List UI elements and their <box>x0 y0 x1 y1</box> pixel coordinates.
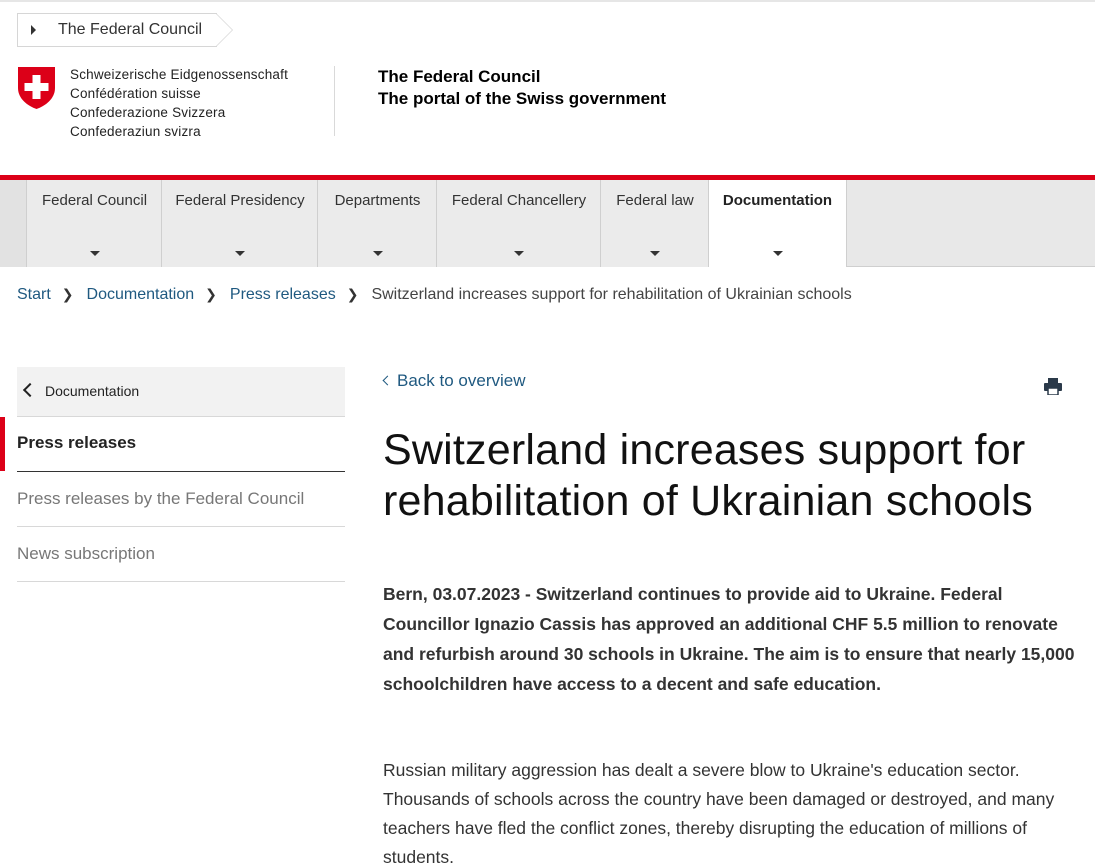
nav-item-federal-law[interactable]: Federal law <box>600 180 709 267</box>
sidebar-back-documentation[interactable]: Documentation <box>17 367 345 417</box>
breadcrumb-current: Switzerland increases support for rehabi… <box>371 286 852 303</box>
sidebar-item-news-subscription[interactable]: News subscription <box>17 527 345 582</box>
lead-paragraph: Bern, 03.07.2023 - Switzerland continues… <box>383 584 1075 694</box>
sidebar-item-label: Press releases <box>17 433 137 452</box>
chevron-down-icon <box>372 251 383 256</box>
breadcrumb: Start ❯ Documentation ❯ Press releases ❯ Switz… <box>17 286 852 304</box>
back-link-label: Back to overview <box>397 371 526 390</box>
chevron-down-icon <box>89 251 100 256</box>
chevron-down-icon <box>650 251 660 256</box>
cross-horizontal <box>24 83 49 91</box>
chevron-left-icon <box>382 375 393 386</box>
nav-item-label: Federal law <box>616 192 694 209</box>
printer-paper-out <box>1047 387 1059 395</box>
back-to-overview-link[interactable]: Back to overview <box>381 371 526 391</box>
federal-council-tab-arrow <box>216 14 232 46</box>
header-divider <box>334 66 335 136</box>
nav-item-documentation[interactable]: Documentation <box>708 180 847 267</box>
top-border <box>0 0 1095 2</box>
chevron-right-icon: ❯ <box>346 286 359 302</box>
sidebar-item-label: News subscription <box>17 544 155 563</box>
nav-item-federal-chancellery[interactable]: Federal Chancellery <box>436 180 601 267</box>
active-indicator <box>0 417 5 471</box>
portal-heading: The Federal Council The portal of the Sw… <box>378 66 666 110</box>
chevron-left-icon <box>22 382 38 398</box>
nav-item-label: Federal Council <box>41 192 148 209</box>
sidebar-item-label: Press releases by the Federal Council <box>17 489 305 508</box>
chevron-down-icon <box>514 251 524 256</box>
federal-council-tab-label: The Federal Council <box>58 21 203 38</box>
chevron-right-icon: ❯ <box>205 286 217 302</box>
breadcrumb-start[interactable]: Start <box>17 286 51 303</box>
nav-item-label: Federal Presidency <box>175 192 305 209</box>
chevron-right-icon: ❯ <box>61 286 74 302</box>
swiss-cross-logo[interactable] <box>17 66 56 110</box>
portal-title: The Federal Council <box>378 67 541 86</box>
nav-item-federal-presidency[interactable]: Federal Presidency <box>161 180 318 267</box>
sidebar-item-press-releases-federal-council[interactable]: Press releases by the Federal Council <box>17 472 345 527</box>
body-paragraph: Russian military aggression has dealt a … <box>383 760 1055 867</box>
page-title: Switzerland increases support for rehabi… <box>383 426 1033 525</box>
printer-icon[interactable] <box>1044 378 1062 395</box>
sidebar-item-press-releases[interactable]: Press releases <box>0 417 345 472</box>
nav-item-label: Federal Chancellery <box>451 192 587 209</box>
sidebar-back-label: Documentation <box>45 383 140 399</box>
breadcrumb-press-releases[interactable]: Press releases <box>230 286 336 303</box>
printer-paper-top <box>1048 378 1058 383</box>
chevron-down-icon <box>772 251 783 256</box>
nav-item-label: Departments <box>334 192 421 209</box>
name-german: Schweizerische Eidgenossenschaft <box>70 67 289 82</box>
nav-item-federal-council[interactable]: Federal Council <box>26 180 162 267</box>
chevron-down-icon <box>235 251 245 256</box>
name-french: Confédération suisse <box>70 86 201 101</box>
federal-council-tab[interactable]: The Federal Council <box>17 13 235 47</box>
nav-item-departments[interactable]: Departments <box>317 180 437 267</box>
official-names: Schweizerische Eidgenossenschaft Confédé… <box>70 65 288 141</box>
portal-subtitle: The portal of the Swiss government <box>378 89 667 108</box>
nav-item-label: Documentation <box>722 192 833 209</box>
caret-right-icon <box>31 25 36 35</box>
nav-left-pad <box>0 180 26 267</box>
name-romansh: Confederaziun svizra <box>70 124 201 139</box>
sidebar: Documentation Press releases Press relea… <box>0 367 345 582</box>
main-navigation: Federal Council Federal Presidency Depar… <box>0 180 1095 267</box>
breadcrumb-documentation[interactable]: Documentation <box>87 286 195 303</box>
name-italian: Confederazione Svizzera <box>70 105 226 120</box>
